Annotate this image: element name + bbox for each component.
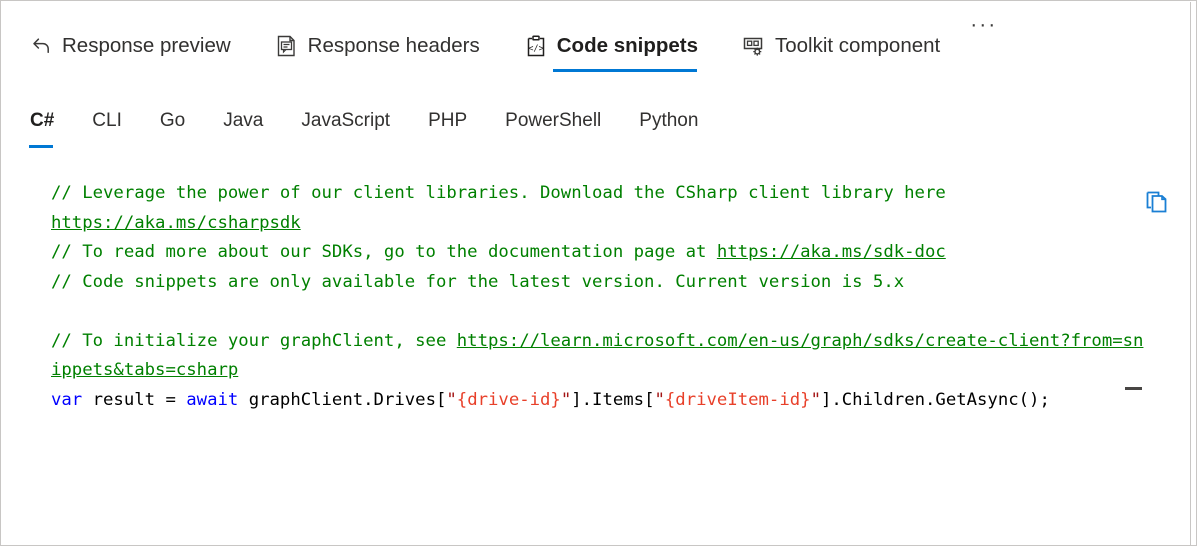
- code-chain-drives: graphClient.Drives[: [238, 390, 446, 410]
- code-quote-close-2: ": [811, 390, 821, 410]
- language-tab-go[interactable]: Go: [158, 105, 187, 132]
- code-block[interactable]: // Leverage the power of our client libr…: [4, 169, 1144, 415]
- code-comment-link-csharpsdk[interactable]: https://aka.ms/csharpsdk: [51, 213, 301, 233]
- code-quote-close-1: ": [561, 390, 571, 410]
- language-tab-php[interactable]: PHP: [426, 105, 469, 132]
- code-comment-link-sdk-doc[interactable]: https://aka.ms/sdk-doc: [717, 242, 946, 262]
- copy-snippet-button[interactable]: [1142, 189, 1172, 219]
- language-tab-csharp[interactable]: C#: [28, 105, 56, 132]
- clipboard-code-icon: </>: [524, 34, 548, 58]
- reply-arrow-icon: [29, 34, 53, 58]
- code-comment-line-3: // Code snippets are only available for …: [51, 272, 904, 292]
- tab-label: Response preview: [62, 34, 231, 58]
- tab-code-snippets[interactable]: </> Code snippets: [524, 3, 698, 89]
- language-tab-java[interactable]: Java: [221, 105, 265, 132]
- panel-tabs: Response preview Response headers </>: [1, 2, 1197, 89]
- code-result-assignment: result =: [82, 390, 186, 410]
- code-chain-children-getasync: ].Children.GetAsync();: [821, 390, 1050, 410]
- language-tab-javascript[interactable]: JavaScript: [299, 105, 392, 132]
- code-chain-items: ].Items[: [571, 390, 654, 410]
- language-tab-cli[interactable]: CLI: [90, 105, 124, 132]
- code-quote-open-1: ": [446, 390, 456, 410]
- code-comment-line-4-prefix: // To initialize your graphClient, see: [51, 331, 457, 351]
- tab-label: Toolkit component: [775, 34, 940, 58]
- language-tabs: C# CLI Go Java JavaScript PHP PowerShell…: [1, 105, 1197, 163]
- code-snippet-area: // Leverage the power of our client libr…: [4, 169, 1144, 469]
- tab-overflow-button[interactable]: ···: [970, 0, 997, 107]
- panel-right-divider: [1190, 2, 1191, 546]
- code-quote-open-2: ": [654, 390, 664, 410]
- code-keyword-await: await: [186, 390, 238, 410]
- code-token-drive-id: {drive-id}: [457, 390, 561, 410]
- tab-response-preview[interactable]: Response preview: [29, 3, 231, 89]
- language-tab-python[interactable]: Python: [637, 105, 700, 132]
- copy-pages-icon: [1143, 188, 1171, 221]
- document-lines-icon: [275, 34, 299, 58]
- svg-text:</>: </>: [528, 44, 544, 54]
- tab-label: Response headers: [308, 34, 480, 58]
- code-comment-line-1: // Leverage the power of our client libr…: [51, 183, 946, 203]
- code-keyword-var: var: [51, 390, 82, 410]
- code-snippets-panel: Response preview Response headers </>: [0, 0, 1197, 546]
- language-tab-powershell[interactable]: PowerShell: [503, 105, 603, 132]
- code-comment-line-2-prefix: // To read more about our SDKs, go to th…: [51, 242, 717, 262]
- collapse-minus-icon[interactable]: [1125, 387, 1142, 390]
- tab-response-headers[interactable]: Response headers: [275, 3, 480, 89]
- tab-label: Code snippets: [557, 34, 698, 58]
- tab-toolkit-component[interactable]: Toolkit component: [742, 3, 940, 89]
- code-token-driveitem-id: {driveItem-id}: [665, 390, 811, 410]
- component-gear-icon: [742, 34, 766, 58]
